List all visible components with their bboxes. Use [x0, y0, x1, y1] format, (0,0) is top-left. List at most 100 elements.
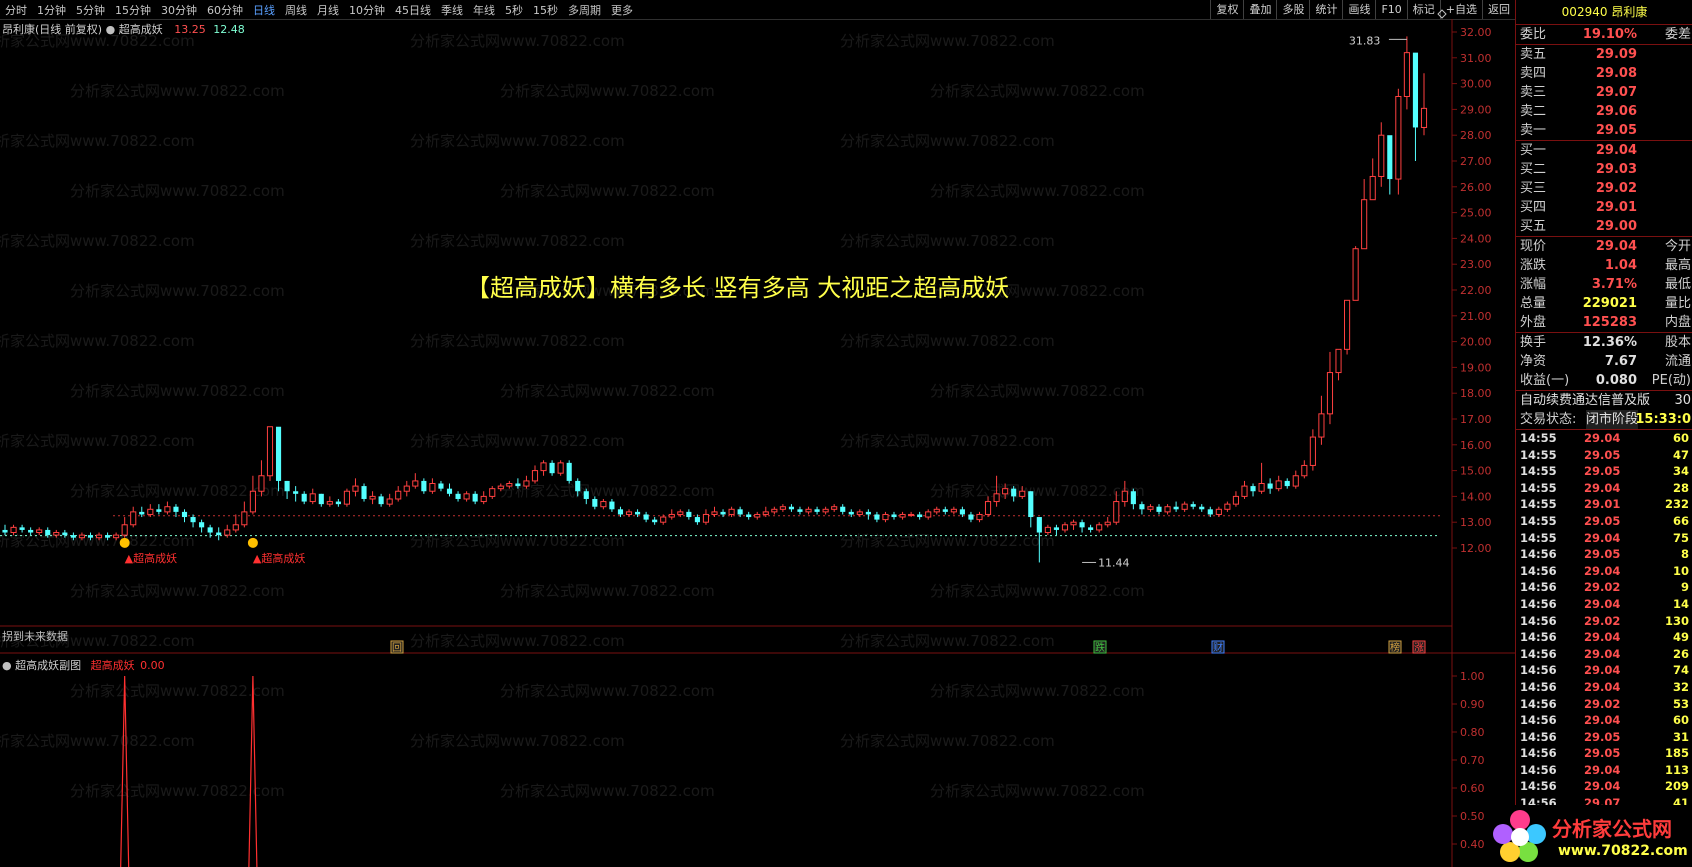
candle-body[interactable] [352, 485, 359, 492]
candle-body[interactable] [1019, 490, 1026, 497]
event-marker-label[interactable]: 涨 [1414, 642, 1424, 654]
candle-body[interactable] [652, 519, 658, 523]
candle-body[interactable] [207, 527, 213, 533]
candle-body[interactable] [1096, 524, 1103, 531]
candle-body[interactable] [506, 483, 513, 487]
candle-body[interactable] [1130, 491, 1136, 505]
candle-body[interactable] [1301, 464, 1308, 477]
candle-body[interactable] [164, 506, 171, 513]
candle-body[interactable] [472, 493, 478, 502]
candle-body[interactable] [737, 509, 743, 515]
candle-body[interactable] [309, 493, 316, 503]
candle-body[interactable] [224, 529, 231, 536]
candle-body[interactable] [1011, 488, 1017, 497]
candle-body[interactable] [566, 462, 572, 481]
candle-body[interactable] [232, 524, 239, 531]
promo-row[interactable]: 自动续费通达信普及版 30 [1516, 391, 1692, 410]
candle-body[interactable] [438, 483, 444, 489]
candle-body[interactable] [1378, 134, 1385, 177]
candle-body[interactable] [950, 508, 957, 513]
candle-body[interactable] [1387, 135, 1393, 180]
candle-body[interactable] [1061, 524, 1069, 531]
candle-body[interactable] [865, 511, 871, 515]
candle-body[interactable] [395, 490, 402, 500]
candle-body[interactable] [266, 426, 274, 477]
candle-body[interactable] [2, 529, 8, 533]
candle-body[interactable] [1147, 506, 1154, 510]
candle-body[interactable] [1215, 508, 1222, 515]
candle-body[interactable] [1173, 506, 1179, 510]
candle-body[interactable] [1275, 480, 1282, 490]
candle-body[interactable] [711, 511, 718, 515]
candle-body[interactable] [1079, 522, 1085, 528]
candle-body[interactable] [10, 526, 17, 534]
candle-body[interactable] [139, 511, 145, 515]
candle-body[interactable] [848, 511, 854, 515]
candle-body[interactable] [968, 514, 974, 520]
candle-body[interactable] [19, 527, 25, 530]
candle-body[interactable] [343, 490, 350, 505]
candle-body[interactable] [1156, 506, 1162, 512]
candle-body[interactable] [754, 513, 761, 518]
candle-body[interactable] [326, 501, 333, 505]
candle-body[interactable] [1292, 475, 1299, 487]
candle-body[interactable] [831, 506, 838, 510]
candle-body[interactable] [249, 490, 256, 513]
candle-body[interactable] [489, 488, 496, 497]
candle-body[interactable] [1199, 506, 1205, 510]
candle-body[interactable] [190, 517, 196, 523]
candle-body[interactable] [643, 514, 649, 520]
candle-body[interactable] [1181, 503, 1188, 510]
candle-body[interactable] [925, 511, 932, 518]
candle-body[interactable] [1395, 96, 1402, 180]
candle-body[interactable] [856, 511, 863, 515]
candle-body[interactable] [720, 511, 726, 515]
candle-body[interactable] [403, 485, 410, 492]
candle-body[interactable] [216, 532, 222, 536]
candle-body[interactable] [583, 491, 589, 499]
candle-body[interactable] [156, 509, 162, 512]
candle-body[interactable] [617, 509, 624, 515]
event-marker-label[interactable]: 财 [1213, 641, 1223, 654]
candle-body[interactable] [635, 511, 641, 515]
candle-body[interactable] [455, 493, 461, 499]
diamond-icon[interactable] [1437, 9, 1447, 19]
candle-body[interactable] [181, 511, 188, 518]
candle-body[interactable] [942, 509, 948, 512]
candle-body[interactable] [993, 493, 1000, 503]
candle-body[interactable] [36, 529, 43, 534]
candle-body[interactable] [1088, 527, 1094, 530]
candle-body[interactable] [609, 501, 615, 510]
candle-body[interactable] [1104, 521, 1111, 526]
candle-body[interactable] [62, 532, 68, 536]
candle-body[interactable] [147, 508, 154, 515]
candle-body[interactable] [549, 462, 555, 474]
candle-body[interactable] [1044, 526, 1051, 534]
candle-body[interactable] [429, 483, 436, 492]
candle-body[interactable] [531, 470, 539, 482]
kline-chart[interactable]: 分析家公式网www.70822.com 分析家公式网www.70822.com 分析… [0, 0, 1515, 867]
candle-body[interactable] [746, 514, 752, 518]
candle-body[interactable] [1207, 509, 1213, 515]
candle-body[interactable] [1036, 517, 1042, 533]
candle-body[interactable] [660, 516, 667, 523]
sub-chart-title[interactable]: 超高成妖副图 [15, 659, 81, 672]
candle-body[interactable] [677, 511, 684, 515]
candle-body[interactable] [1250, 486, 1256, 492]
candle-body[interactable] [28, 529, 34, 533]
candle-body[interactable] [575, 480, 581, 492]
candle-body[interactable] [199, 522, 205, 528]
candle-body[interactable] [1412, 52, 1419, 128]
candle-body[interactable] [293, 491, 299, 494]
candle-body[interactable] [933, 508, 940, 513]
candle-body[interactable] [95, 534, 103, 539]
candle-body[interactable] [1053, 527, 1059, 530]
candle-body[interactable] [523, 480, 530, 487]
candle-body[interactable] [762, 511, 769, 515]
candle-body[interactable] [976, 513, 983, 521]
candle-body[interactable] [557, 462, 564, 474]
indicator-name[interactable]: 超高成妖 [119, 23, 163, 36]
candle-body[interactable] [779, 506, 786, 510]
candle-body[interactable] [1164, 506, 1171, 513]
candle-body[interactable] [1258, 483, 1265, 492]
